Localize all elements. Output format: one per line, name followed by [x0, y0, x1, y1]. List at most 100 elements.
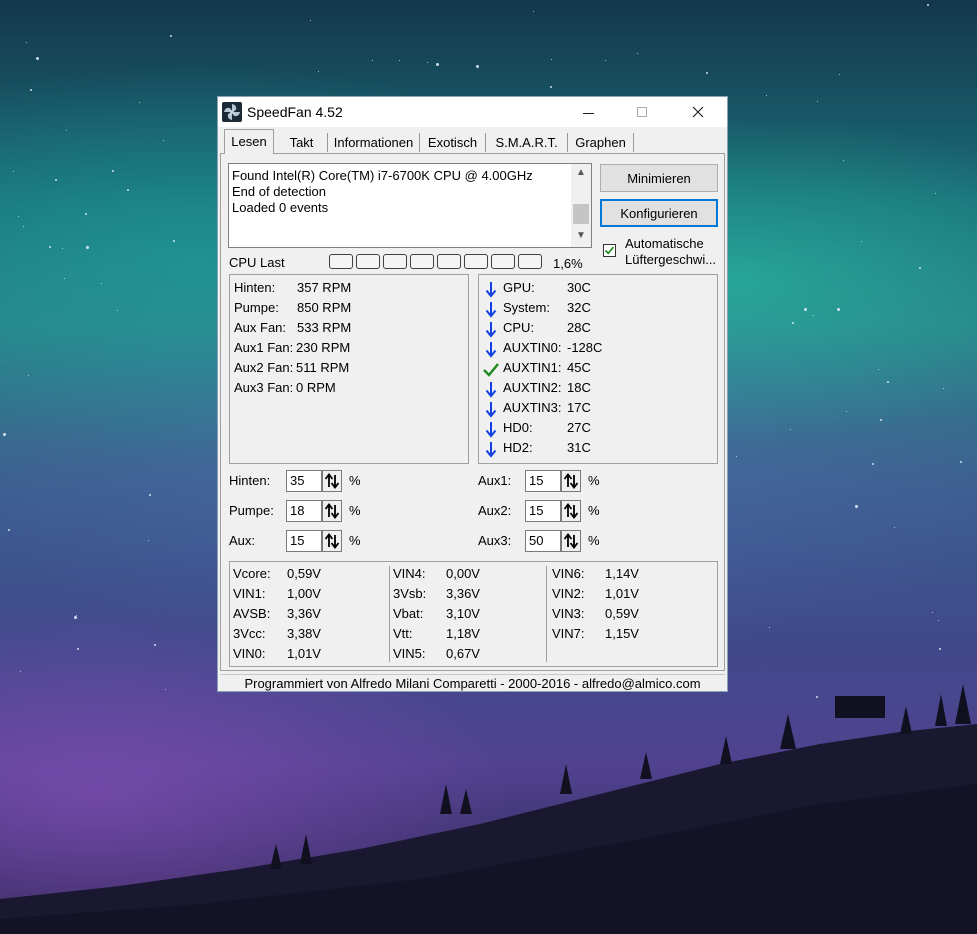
- auto-fan-label-line1: Automatische: [625, 236, 704, 251]
- voltage-row: VIN0: 1,01V: [233, 646, 383, 664]
- fan-label: Pumpe:: [234, 300, 279, 315]
- star: [766, 95, 767, 96]
- star: [18, 216, 19, 217]
- scroll-up-icon[interactable]: ▲: [576, 167, 586, 178]
- star: [533, 11, 534, 12]
- fan-row: Aux3 Fan: 0 RPM: [234, 380, 454, 398]
- star: [77, 648, 79, 650]
- voltage-value: 0,67V: [446, 646, 480, 661]
- tab-informationen[interactable]: Informationen: [328, 133, 420, 152]
- auto-fan-label[interactable]: Automatische Lüftergeschwi...: [625, 236, 716, 268]
- arrow-down-icon: [483, 280, 499, 298]
- star: [817, 101, 818, 102]
- cpu-load-meter: [329, 254, 546, 271]
- cpu-meter-segment: [329, 254, 353, 269]
- temperature-row: HD0: 27C: [483, 420, 713, 438]
- speed-input[interactable]: 15: [286, 530, 322, 552]
- star: [476, 65, 479, 68]
- star: [550, 86, 552, 88]
- tab-takt[interactable]: Takt: [276, 133, 328, 152]
- voltage-row: VIN4: 0,00V: [393, 566, 543, 584]
- temperature-value: 30C: [567, 280, 591, 295]
- speed-stepper[interactable]: [322, 530, 342, 552]
- voltage-value: 0,59V: [287, 566, 321, 581]
- voltage-value: 0,59V: [605, 606, 639, 621]
- star: [26, 42, 27, 43]
- speed-stepper[interactable]: [322, 500, 342, 522]
- speed-stepper[interactable]: [561, 470, 581, 492]
- fan-value: 850 RPM: [297, 300, 352, 315]
- scroll-down-icon[interactable]: ▼: [576, 230, 586, 241]
- voltage-row: VIN1: 1,00V: [233, 586, 383, 604]
- star: [163, 140, 164, 141]
- star: [139, 102, 140, 103]
- auto-fan-checkbox[interactable]: [603, 244, 616, 257]
- maximize-window-button[interactable]: [619, 97, 665, 127]
- cpu-meter-segment: [356, 254, 380, 269]
- star: [880, 419, 882, 421]
- star: [427, 62, 428, 63]
- star: [551, 59, 552, 60]
- star: [872, 463, 874, 465]
- speed-input[interactable]: 15: [525, 500, 561, 522]
- arrow-down-icon: [483, 380, 499, 398]
- speed-stepper[interactable]: [561, 530, 581, 552]
- tab-graphen[interactable]: Graphen: [568, 133, 634, 152]
- detection-log[interactable]: Found Intel(R) Core(TM) i7-6700K CPU @ 4…: [228, 163, 592, 248]
- temperature-row: GPU: 30C: [483, 280, 713, 298]
- scroll-thumb[interactable]: [573, 204, 589, 224]
- voltage-row: VIN5: 0,67V: [393, 646, 543, 664]
- star: [935, 193, 936, 194]
- title-bar[interactable]: SpeedFan 4.52: [218, 97, 727, 127]
- star: [605, 60, 606, 61]
- tab-exotisch[interactable]: Exotisch: [420, 133, 486, 152]
- speed-input[interactable]: 50: [525, 530, 561, 552]
- speed-input[interactable]: 15: [525, 470, 561, 492]
- cpu-meter-segment: [491, 254, 515, 269]
- star: [706, 72, 708, 74]
- tab-smart[interactable]: S.M.A.R.T.: [486, 133, 568, 152]
- temperature-row: AUXTIN0: -128C: [483, 340, 713, 358]
- minimize-window-button[interactable]: [565, 97, 611, 127]
- voltage-label: VIN3:: [552, 606, 585, 621]
- star: [173, 240, 175, 242]
- star: [64, 278, 65, 279]
- cpu-meter-segment: [437, 254, 461, 269]
- star: [943, 388, 944, 389]
- star: [148, 540, 149, 541]
- temperature-value: 18C: [567, 380, 591, 395]
- voltage-row: Vbat: 3,10V: [393, 606, 543, 624]
- cpu-load-value: 1,6%: [553, 256, 583, 271]
- voltage-label: Vcore:: [233, 566, 271, 581]
- voltage-row: VIN6: 1,14V: [552, 566, 702, 584]
- speed-stepper[interactable]: [561, 500, 581, 522]
- temperature-value: 31C: [567, 440, 591, 455]
- star: [86, 246, 89, 249]
- minimize-icon: [582, 112, 594, 114]
- tab-lesen[interactable]: Lesen: [224, 129, 274, 154]
- voltage-label: AVSB:: [233, 606, 271, 621]
- star: [736, 456, 737, 457]
- temperature-row: HD2: 31C: [483, 440, 713, 458]
- close-window-button[interactable]: [675, 97, 721, 127]
- temperature-value: 32C: [567, 300, 591, 315]
- speed-label: Aux3:: [478, 533, 512, 548]
- temperature-label: AUXTIN1:: [503, 360, 562, 375]
- up-down-arrows-icon: [563, 533, 579, 549]
- speed-input[interactable]: 18: [286, 500, 322, 522]
- configure-button[interactable]: Konfigurieren: [600, 199, 718, 227]
- speed-input[interactable]: 35: [286, 470, 322, 492]
- up-down-arrows-icon: [324, 473, 340, 489]
- cpu-meter-segment: [410, 254, 434, 269]
- log-scrollbar[interactable]: ▲ ▼: [571, 164, 591, 247]
- voltage-row: 3Vcc: 3,38V: [233, 626, 383, 644]
- speed-stepper[interactable]: [322, 470, 342, 492]
- voltage-value: 1,14V: [605, 566, 639, 581]
- arrow-down-icon: [483, 400, 499, 418]
- speed-control-row: Aux2: 15%: [478, 500, 608, 524]
- fan-value: 511 RPM: [296, 360, 350, 375]
- star: [637, 53, 638, 54]
- minimize-button[interactable]: Minimieren: [600, 164, 718, 192]
- star: [127, 189, 129, 191]
- tab-strip: Lesen Takt Informationen Exotisch S.M.A.…: [222, 129, 722, 154]
